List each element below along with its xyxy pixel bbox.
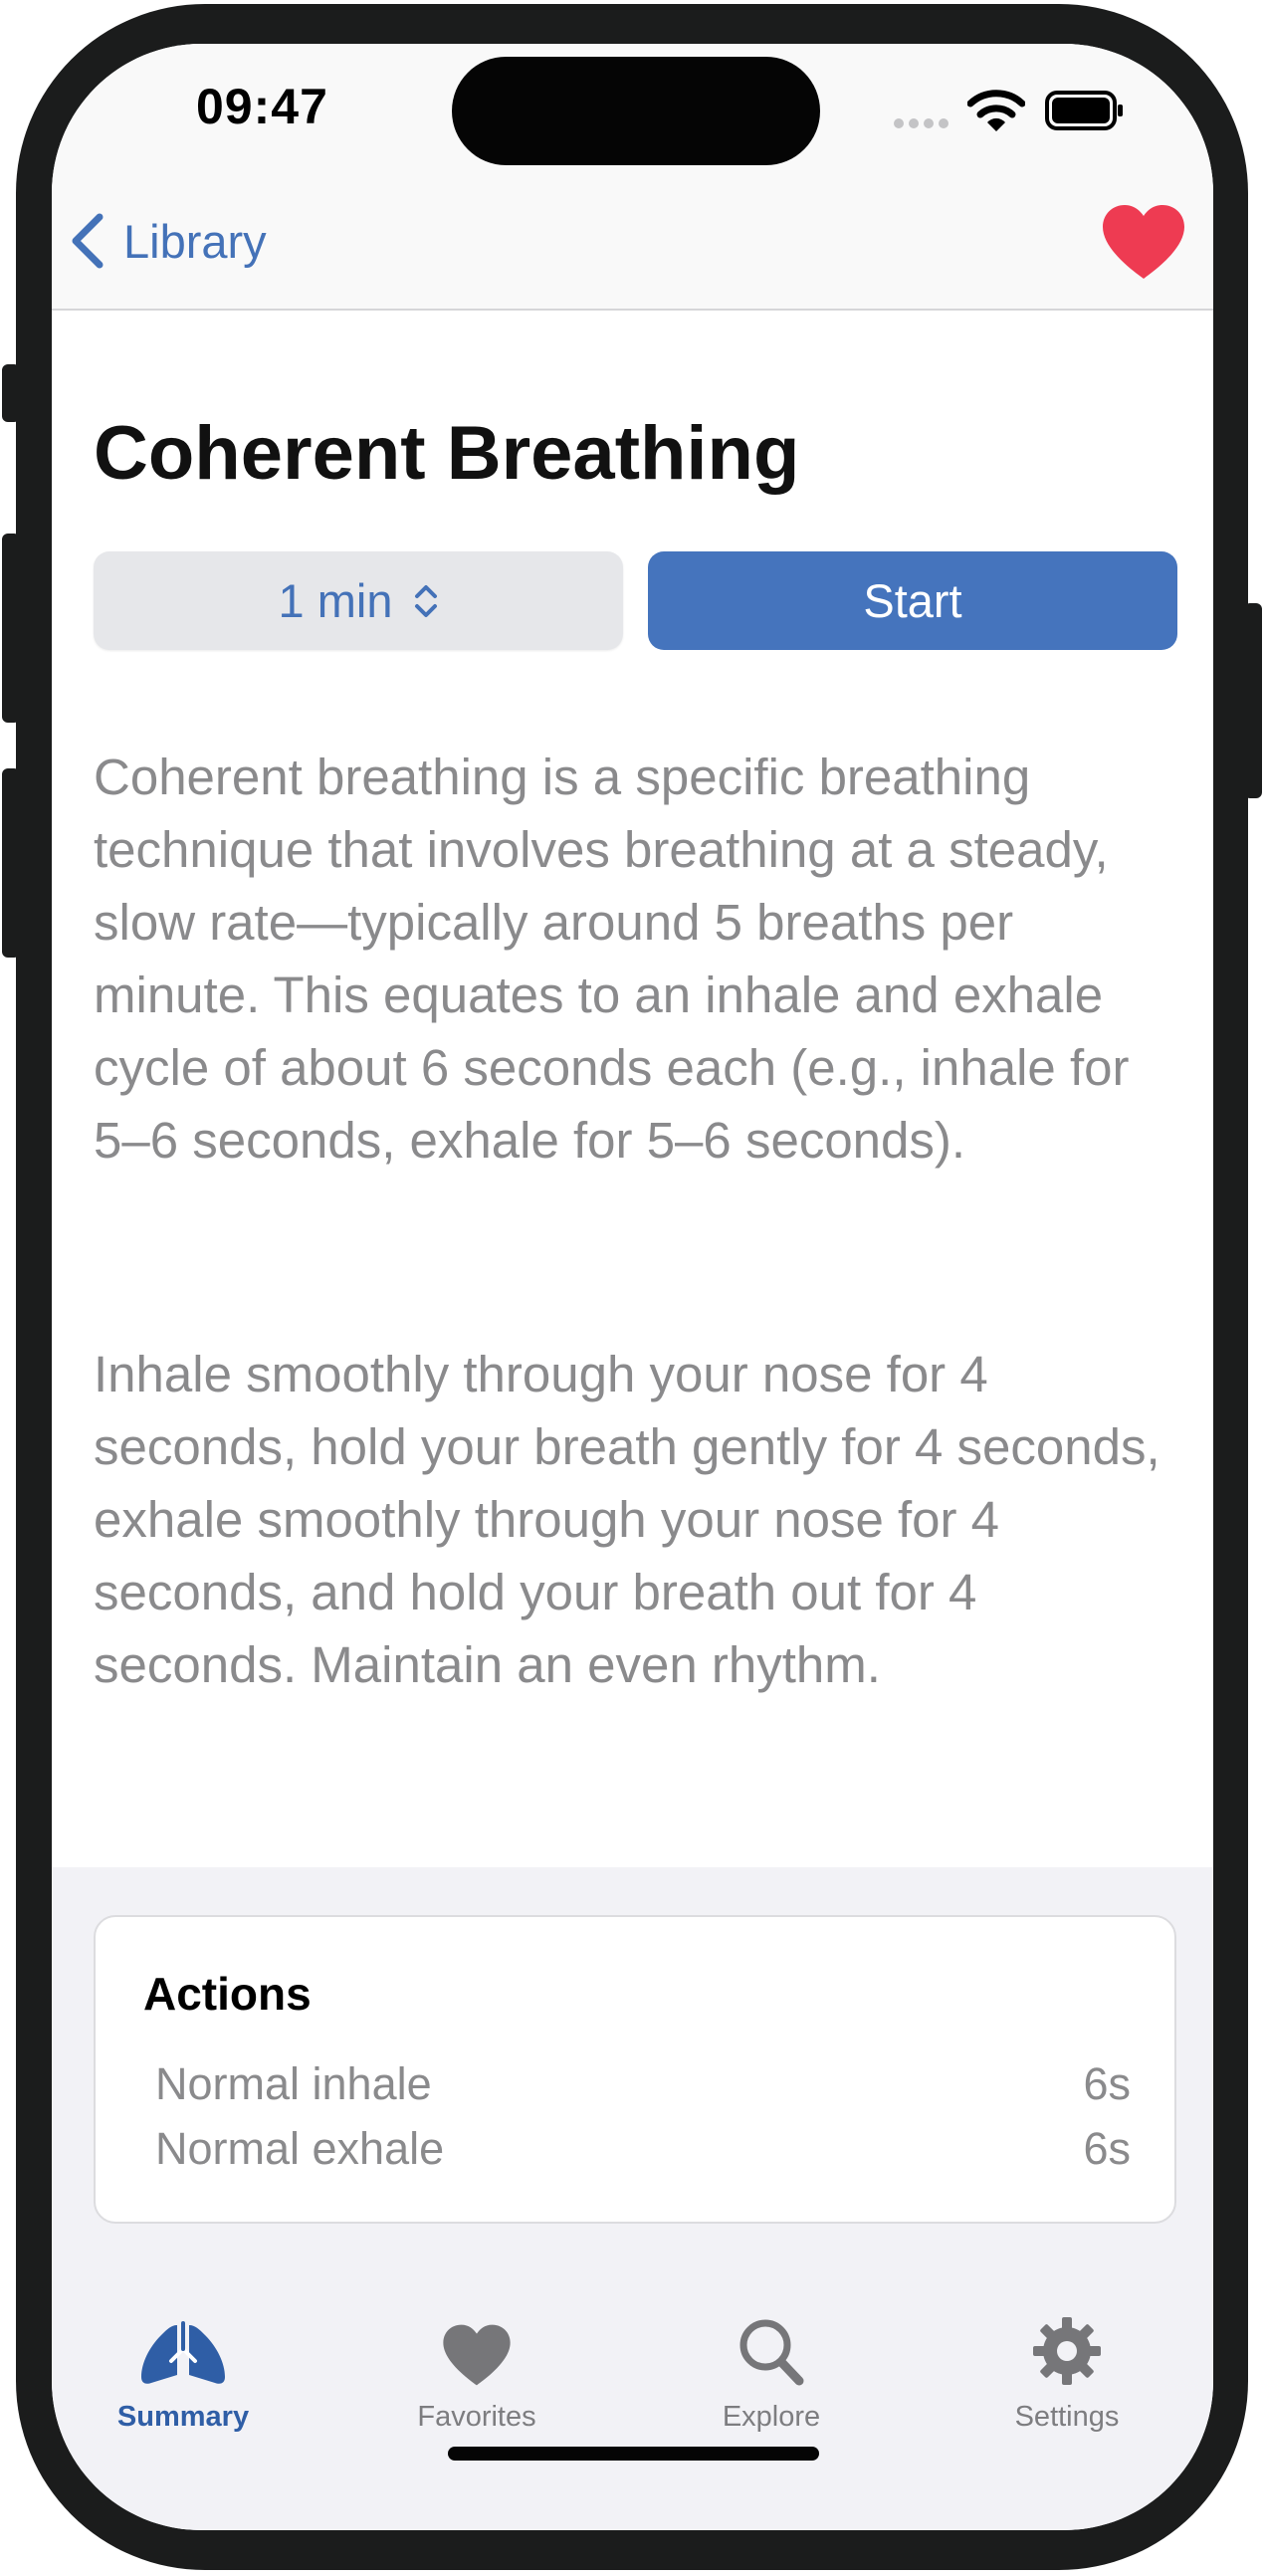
tab-label: Summary [116,2401,250,2433]
mute-switch [2,364,20,422]
lungs-icon [141,2321,225,2384]
tab-label: Explore [722,2401,821,2433]
action-label: Normal inhale [155,2058,432,2109]
cellular-signal-icon [894,118,949,128]
page-title: Coherent Breathing [94,411,800,496]
start-button-label: Start [863,574,962,627]
chevron-up-down-icon [415,584,438,617]
action-row: Normal inhale 6s [155,2058,1131,2110]
tab-favorites[interactable]: Favorites [357,2303,596,2434]
favorite-heart-icon[interactable] [1101,203,1186,281]
duration-label: 1 min [278,574,393,627]
tab-explore[interactable]: Explore [652,2303,891,2434]
search-icon [739,2319,804,2386]
chevron-left-icon [72,213,104,269]
action-row: Normal exhale 6s [155,2123,1131,2175]
phone-screen: 09:47 Library Coherent Breathing 1 min S… [52,44,1213,2530]
duration-picker-button[interactable]: 1 min [94,551,623,650]
actions-card: Actions Normal inhale 6s Normal exhale 6… [94,1915,1176,2224]
description-paragraph: Coherent breathing is a specific breathi… [94,749,1130,1169]
dynamic-island [452,57,820,165]
status-time: 09:47 [196,79,328,134]
volume-up-button [2,534,20,723]
action-duration: 6s [1083,2123,1131,2174]
instructions-paragraph: Inhale smoothly through your nose for 4 … [94,1346,1160,1693]
navigation-bar: 09:47 Library [52,44,1213,311]
tab-summary[interactable]: Summary [64,2303,303,2434]
tab-settings[interactable]: Settings [948,2303,1186,2434]
tab-label: Settings [1014,2401,1120,2433]
start-button[interactable]: Start [648,551,1177,650]
battery-icon [1045,91,1123,130]
volume-down-button [2,768,20,958]
home-indicator [448,2447,819,2461]
power-button [1244,603,1262,798]
tab-label: Favorites [417,2401,536,2433]
back-button-label: Library [123,214,267,268]
gear-icon [1033,2317,1101,2385]
action-label: Normal exhale [155,2123,445,2174]
actions-title: Actions [143,1968,312,2020]
action-duration: 6s [1083,2058,1131,2109]
back-button[interactable]: Library [70,213,267,269]
heart-icon [443,2324,511,2386]
wifi-icon [967,90,1025,131]
